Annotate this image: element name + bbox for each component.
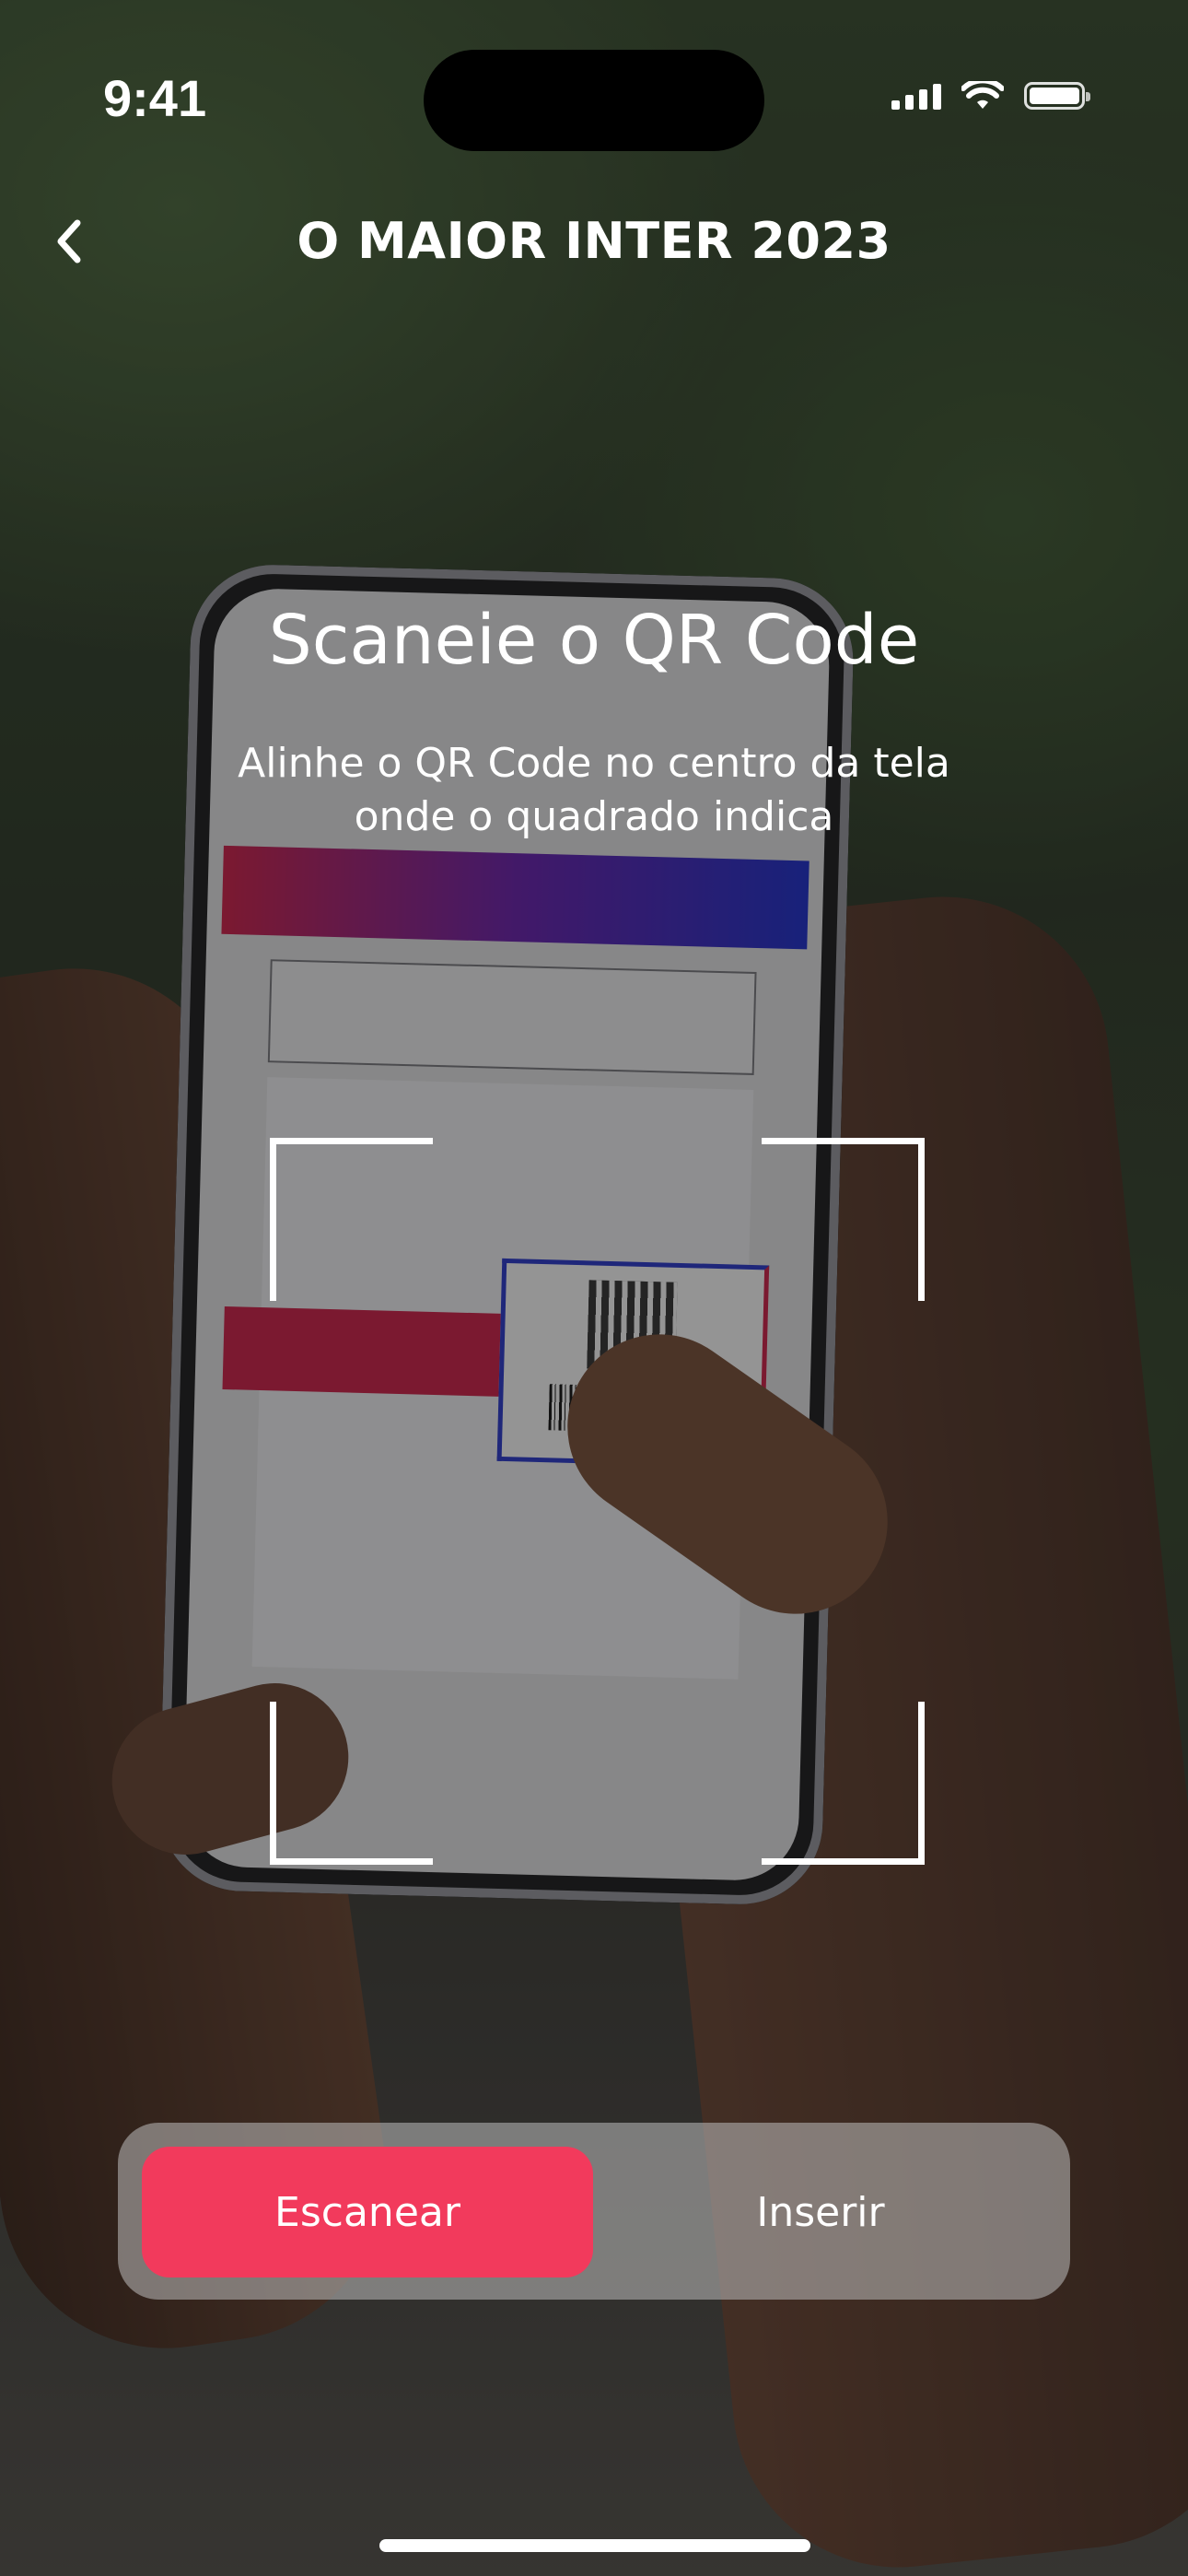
scan-frame-corner-bottom-right — [762, 1702, 925, 1865]
dynamic-island — [424, 50, 764, 151]
home-indicator — [379, 2539, 810, 2552]
scan-frame-corner-top-right — [762, 1138, 925, 1301]
scan-title: Scaneie o QR Code — [268, 601, 920, 680]
nav-header: O MAIOR INTER 2023 — [0, 193, 1188, 295]
battery-icon — [1024, 82, 1090, 110]
scan-mode-button[interactable]: Escanear — [142, 2147, 593, 2277]
scan-frame-corner-bottom-left — [270, 1702, 433, 1865]
insert-mode-button[interactable]: Inserir — [595, 2147, 1046, 2277]
status-bar: 9:41 — [0, 0, 1188, 184]
status-time: 9:41 — [103, 69, 207, 127]
scan-frame-corner-top-left — [270, 1138, 433, 1301]
scan-subtitle: Alinhe o QR Code no centro da tela onde … — [238, 740, 950, 840]
wifi-icon — [961, 81, 1004, 109]
signal-icon — [891, 82, 941, 110]
mode-switch: Escanear Inserir — [118, 2123, 1070, 2300]
page-title: O MAIOR INTER 2023 — [297, 212, 891, 270]
status-icons — [891, 81, 1090, 111]
